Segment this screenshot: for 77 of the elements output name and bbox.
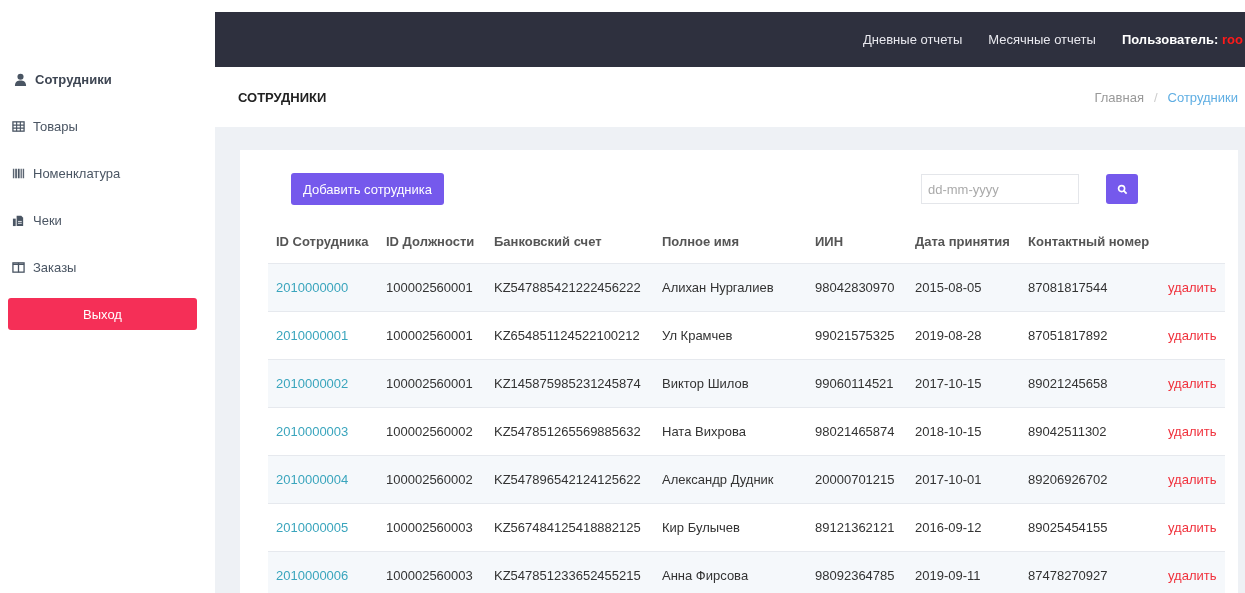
table-cell: KZ547885421222456222 [494, 280, 641, 295]
table-cell: 98021465874 [815, 424, 895, 439]
table-cell: 2017-10-01 [915, 472, 982, 487]
table-icon [12, 120, 25, 133]
table-cell: Ул Крамчев [662, 328, 733, 343]
breadcrumb-link[interactable]: Главная [1094, 89, 1144, 105]
table-cell: 99060114521 [815, 376, 894, 391]
user-icon [14, 73, 27, 86]
table-cell: Алихан Нургалиев [662, 280, 774, 295]
column-header: ID Сотрудника [268, 220, 378, 264]
table-cell: 2015-08-05 [915, 280, 982, 295]
search-icon [1116, 183, 1128, 195]
table-cell: 98092364785 [815, 568, 895, 583]
table-cell: 89121362121 [815, 520, 895, 535]
barcode-icon [12, 167, 25, 180]
table-cell: 100002560002 [386, 472, 473, 487]
column-header: ID Должности [378, 220, 486, 264]
table-cell: 89025454155 [1028, 520, 1108, 535]
sidebar-item[interactable]: Номенклатура [8, 150, 197, 197]
table-cell: 100002560001 [386, 280, 473, 295]
table-cell: 100002560003 [386, 520, 473, 535]
table-cell: Александр Дудник [662, 472, 774, 487]
columns-icon [12, 261, 25, 274]
table-cell: Кир Булычев [662, 520, 740, 535]
table-cell: 89021245658 [1028, 376, 1108, 391]
column-header: Дата принятия [907, 220, 1020, 264]
sidebar-item[interactable]: Сотрудники [8, 56, 197, 103]
table-cell: 100002560003 [386, 568, 473, 583]
search-button[interactable] [1106, 174, 1138, 204]
table-cell: 87478270927 [1028, 568, 1108, 583]
page-title: СОТРУДНИКИ [238, 89, 327, 105]
table-cell: 100002560002 [386, 424, 473, 439]
table-cell: 87081817544 [1028, 280, 1108, 295]
delete-link[interactable]: удалить [1168, 520, 1217, 535]
table-cell: 100002560001 [386, 376, 473, 391]
table-cell: 20000701215 [815, 472, 895, 487]
table-cell: KZ547851265569885632 [494, 424, 641, 439]
breadcrumb-separator: / [1153, 89, 1158, 105]
table-cell: 87051817892 [1028, 328, 1108, 343]
column-header: Полное имя [654, 220, 807, 264]
breadcrumb-link[interactable]: Сотрудники [1167, 89, 1238, 105]
nav-link[interactable]: Дневные отчеты [863, 32, 963, 47]
delete-link[interactable]: удалить [1168, 328, 1217, 343]
date-field[interactable]: dd-mm-yyyy [921, 174, 1079, 204]
table-cell: 99021575325 [815, 328, 895, 343]
column-header: Банковский счет [486, 220, 654, 264]
logout-button[interactable]: Выход [8, 298, 197, 330]
employee-id-link[interactable]: 2010000001 [276, 328, 349, 343]
sidebar-item[interactable]: Заказы [8, 244, 197, 291]
table-cell: KZ547896542124125622 [494, 472, 641, 487]
table-cell: 98042830970 [815, 280, 895, 295]
table-cell: 2019-09-11 [915, 568, 981, 583]
table-cell: KZ654851124522100212 [494, 328, 640, 343]
table-cell: 2019-08-28 [915, 328, 982, 343]
table-cell: KZ547851233652455215 [494, 568, 641, 583]
table-cell: 89042511302 [1028, 424, 1107, 439]
table-cell: Виктор Шилов [662, 376, 749, 391]
delete-link[interactable]: удалить [1168, 424, 1217, 439]
user-label: Пользователь: roo [1121, 32, 1244, 47]
table-cell: KZ567484125418882125 [494, 520, 641, 535]
table-cell: 100002560001 [386, 328, 473, 343]
nav-link[interactable]: Месячные отчеты [988, 32, 1096, 47]
sidebar-item[interactable]: Чеки [8, 197, 197, 244]
table-cell: 89206926702 [1028, 472, 1108, 487]
table-cell: 2016-09-12 [915, 520, 982, 535]
table-cell: Ната Вихрова [662, 424, 746, 439]
column-header: Контактный номер [1020, 220, 1160, 264]
table-cell: 2017-10-15 [915, 376, 982, 391]
sidebar-item[interactable]: Товары [8, 103, 197, 150]
add-employee-button[interactable]: Добавить сотрудника [291, 173, 444, 205]
employee-id-link[interactable]: 2010000003 [276, 424, 349, 439]
column-header: ИИН [807, 220, 907, 264]
table-cell: 2018-10-15 [915, 424, 982, 439]
table-cell: KZ145875985231245874 [494, 376, 641, 391]
employee-id-link[interactable]: 2010000005 [276, 520, 349, 535]
table-cell: Анна Фирсова [662, 568, 749, 583]
fax-icon [12, 214, 25, 227]
